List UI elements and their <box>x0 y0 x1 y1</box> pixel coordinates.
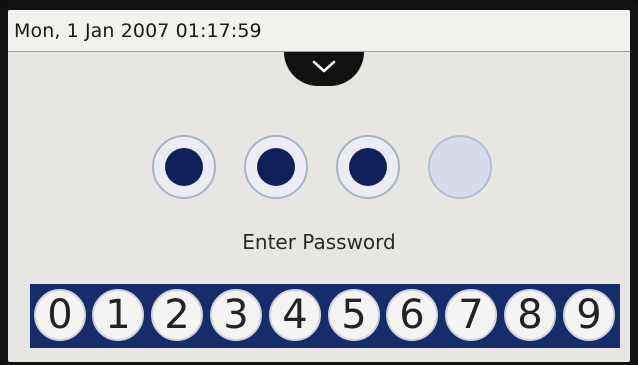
key-8[interactable]: 8 <box>504 289 556 341</box>
password-dot-2 <box>244 135 308 199</box>
enter-password-label: Enter Password <box>242 230 396 254</box>
pulldown-tab[interactable] <box>284 52 364 86</box>
password-dot-1 <box>152 135 216 199</box>
key-7[interactable]: 7 <box>445 289 497 341</box>
chevron-down-icon <box>312 60 336 73</box>
touch-screen: Mon, 1 Jan 2007 01:17:59 Enter Password … <box>8 10 630 362</box>
password-indicator <box>152 135 502 205</box>
password-dot-4 <box>428 135 492 199</box>
date-time-label: Mon, 1 Jan 2007 01:17:59 <box>14 20 262 42</box>
password-dot-3 <box>336 135 400 199</box>
key-2[interactable]: 2 <box>151 289 203 341</box>
numeric-keypad: 0 1 2 3 4 5 6 7 8 9 <box>30 284 620 348</box>
key-0[interactable]: 0 <box>34 289 86 341</box>
status-bar: Mon, 1 Jan 2007 01:17:59 <box>8 10 630 52</box>
key-4[interactable]: 4 <box>269 289 321 341</box>
device-frame: Mon, 1 Jan 2007 01:17:59 Enter Password … <box>0 0 638 365</box>
key-3[interactable]: 3 <box>210 289 262 341</box>
key-5[interactable]: 5 <box>328 289 380 341</box>
key-6[interactable]: 6 <box>386 289 438 341</box>
key-9[interactable]: 9 <box>563 289 615 341</box>
key-1[interactable]: 1 <box>92 289 144 341</box>
